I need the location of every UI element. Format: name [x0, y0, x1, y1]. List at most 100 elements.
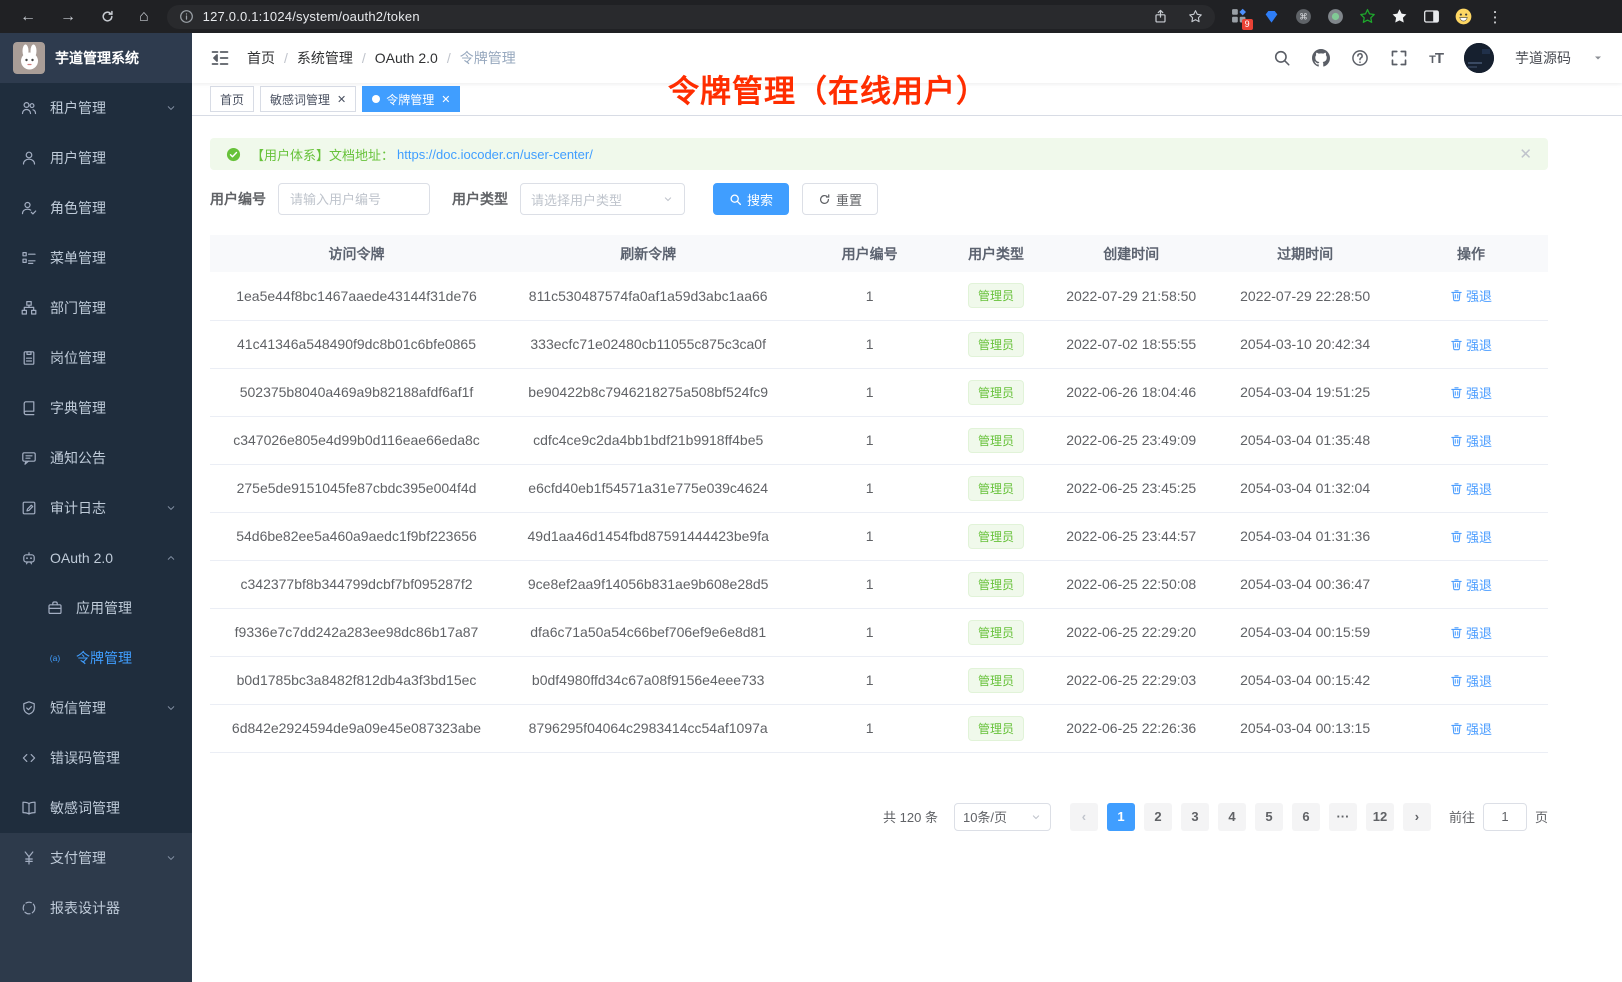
user-type-badge: 管理员 [968, 572, 1024, 597]
user-id-input[interactable] [278, 183, 430, 215]
access-token-cell: 54d6be82ee5a460a9aedc1f9bf223656 [210, 512, 503, 560]
browser-home-icon[interactable]: ⌂ [139, 9, 149, 25]
refresh-token-cell: 8796295f04064c2983414cc54af1097a [503, 704, 793, 752]
breadcrumb-item[interactable]: OAuth 2.0 [375, 50, 438, 66]
page-button-6[interactable]: 6 [1292, 803, 1320, 831]
chevron-down-icon[interactable] [1592, 52, 1604, 64]
search-icon[interactable] [1273, 49, 1291, 67]
next-page-button[interactable]: › [1403, 803, 1431, 831]
goto-page-input[interactable] [1483, 803, 1527, 831]
tab-close-icon[interactable]: ✕ [337, 93, 346, 106]
extension-grid-icon[interactable]: 9 [1231, 8, 1248, 25]
sidebar-item-label: 应用管理 [76, 598, 132, 618]
page-button-1[interactable]: 1 [1107, 803, 1135, 831]
app-title: 芋道管理系统 [55, 48, 139, 68]
sidebar-item-tenant-management[interactable]: 租户管理 [0, 83, 192, 133]
force-logout-button[interactable]: 强退 [1450, 383, 1492, 402]
col-user-id: 用户编号 [793, 235, 946, 272]
side-panel-icon[interactable] [1423, 8, 1440, 25]
address-bar[interactable]: 127.0.0.1:1024/system/oauth2/token [167, 5, 1215, 29]
share-icon[interactable] [1153, 9, 1168, 24]
refresh-token-cell: 811c530487574fa0af1a59d3abc1aa66 [503, 272, 793, 320]
url-text[interactable]: 127.0.0.1:1024/system/oauth2/token [203, 9, 420, 24]
trash-icon [1450, 674, 1463, 687]
page-button-5[interactable]: 5 [1255, 803, 1283, 831]
sidebar-item-audit-log[interactable]: 审计日志 [0, 483, 192, 533]
force-logout-button[interactable]: 强退 [1450, 527, 1492, 546]
help-icon[interactable] [1351, 49, 1369, 67]
extensions-row: 9 ⌘ [1231, 8, 1472, 25]
sidebar-item-label: 字典管理 [50, 398, 106, 418]
sidebar-item-user-management[interactable]: 用户管理 [0, 133, 192, 183]
oauth-icon [21, 550, 37, 566]
github-icon[interactable] [1312, 49, 1330, 67]
sidebar-item-dict-management[interactable]: 字典管理 [0, 383, 192, 433]
sidebar-item-error-code-management[interactable]: 错误码管理 [0, 733, 192, 783]
sidebar-item-report-designer[interactable]: 报表设计器 [0, 883, 192, 933]
trash-icon [1450, 722, 1463, 735]
page-content: 【用户体系】文档地址： https://doc.iocoder.cn/user-… [192, 116, 1622, 831]
site-info-icon[interactable] [179, 9, 194, 24]
force-logout-button[interactable]: 强退 [1450, 335, 1492, 354]
extension-green-star-icon[interactable] [1359, 8, 1376, 25]
logo-rabbit-icon [13, 42, 45, 74]
sidebar-item-sms-management[interactable]: 短信管理 [0, 683, 192, 733]
sidebar: 芋道管理系统 租户管理 用户管理 角色管理 菜单管理 部门管理 岗位管理 字典管… [0, 33, 192, 982]
alert-close-icon[interactable]: ✕ [1519, 145, 1532, 163]
tab-sensitive-word[interactable]: 敏感词管理 ✕ [260, 86, 356, 112]
browser-toolbar: ← → ⌂ 127.0.0.1:1024/system/oauth2/token… [0, 0, 1622, 33]
access-token-cell: f9336e7c7dd242a283ee98dc86b17a87 [210, 608, 503, 656]
table-row: 502375b8040a469a9b82188afdf6af1f be90422… [210, 368, 1548, 416]
search-button[interactable]: 搜索 [713, 183, 789, 215]
sidebar-item-sensitive-word-management[interactable]: 敏感词管理 [0, 783, 192, 833]
extension-record-icon[interactable] [1327, 8, 1344, 25]
breadcrumb-item[interactable]: 首页 [247, 48, 275, 68]
force-logout-button[interactable]: 强退 [1450, 671, 1492, 690]
page-button-4[interactable]: 4 [1218, 803, 1246, 831]
force-logout-button[interactable]: 强退 [1450, 623, 1492, 642]
app-logo[interactable]: 芋道管理系统 [0, 33, 192, 83]
sidebar-item-role-management[interactable]: 角色管理 [0, 183, 192, 233]
sidebar-fold-icon[interactable] [210, 48, 230, 68]
sidebar-item-payment-management[interactable]: 支付管理 [0, 833, 192, 883]
sidebar-item-notice-announcement[interactable]: 通知公告 [0, 433, 192, 483]
fullscreen-icon[interactable] [1390, 49, 1408, 67]
font-size-icon[interactable]: TT [1429, 50, 1443, 67]
extension-command-icon[interactable]: ⌘ [1295, 8, 1312, 25]
profile-avatar-emoji[interactable] [1455, 8, 1472, 25]
sidebar-item-menu-management[interactable]: 菜单管理 [0, 233, 192, 283]
extension-white-star-icon[interactable] [1391, 8, 1408, 25]
extension-gem-icon[interactable] [1263, 8, 1280, 25]
page-button-12[interactable]: 12 [1366, 803, 1394, 831]
prev-page-button[interactable]: ‹ [1070, 803, 1098, 831]
force-logout-button[interactable]: 强退 [1450, 286, 1492, 305]
browser-reload-icon[interactable] [100, 9, 115, 24]
doc-link[interactable]: https://doc.iocoder.cn/user-center/ [397, 147, 593, 162]
page-button-3[interactable]: 3 [1181, 803, 1209, 831]
sidebar-item-app-management[interactable]: 应用管理 [0, 583, 192, 633]
sidebar-item-post-management[interactable]: 岗位管理 [0, 333, 192, 383]
browser-menu-icon[interactable]: ⋮ [1488, 8, 1503, 26]
force-logout-button[interactable]: 强退 [1450, 431, 1492, 450]
sidebar-item-token-management[interactable]: (a) 令牌管理 [0, 633, 192, 683]
sidebar-item-oauth2[interactable]: OAuth 2.0 [0, 533, 192, 583]
force-logout-button[interactable]: 强退 [1450, 719, 1492, 738]
tab-close-icon[interactable]: ✕ [441, 93, 450, 106]
tab-token-management[interactable]: 令牌管理 ✕ [362, 86, 460, 112]
browser-back-icon[interactable]: ← [20, 9, 36, 25]
breadcrumb-item[interactable]: 系统管理 [297, 48, 353, 68]
force-logout-button[interactable]: 强退 [1450, 575, 1492, 594]
reset-button[interactable]: 重置 [802, 183, 878, 215]
page-more-button[interactable]: ··· [1329, 803, 1357, 831]
user-avatar[interactable] [1464, 43, 1494, 73]
browser-forward-icon[interactable]: → [60, 9, 76, 25]
tab-home[interactable]: 首页 [210, 86, 254, 112]
page-size-select[interactable]: 10条/页 [954, 803, 1051, 831]
bookmark-star-icon[interactable] [1188, 9, 1203, 24]
force-logout-button[interactable]: 强退 [1450, 479, 1492, 498]
page-button-2[interactable]: 2 [1144, 803, 1172, 831]
sidebar-item-label: 报表设计器 [50, 898, 120, 918]
user-type-select[interactable]: 请选择用户类型 [520, 183, 685, 215]
sidebar-item-dept-management[interactable]: 部门管理 [0, 283, 192, 333]
username[interactable]: 芋道源码 [1515, 48, 1571, 68]
